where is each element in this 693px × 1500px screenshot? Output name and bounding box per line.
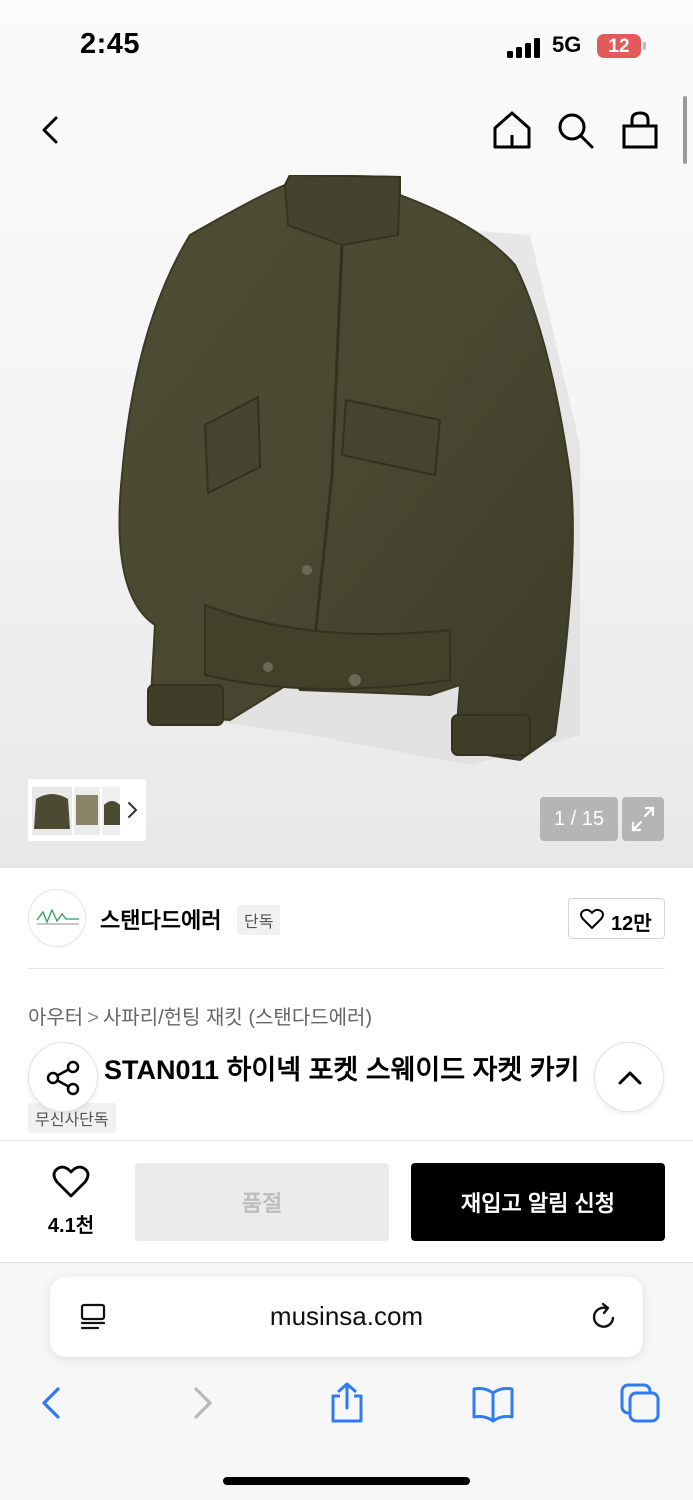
breadcrumb-subcategory[interactable]: 사파리/헌팅 재킷 (스탠다드에러): [103, 1007, 372, 1029]
battery-icon: 12: [597, 34, 641, 58]
breadcrumb: 아우터 > 사파리/헌팅 재킷 (스탠다드에러): [28, 1001, 372, 1030]
wishlist-button[interactable]: 4.1천: [38, 1165, 104, 1237]
browser-back-icon[interactable]: [30, 1381, 74, 1425]
signal-icon: [507, 38, 543, 58]
heart-icon: [52, 1165, 90, 1198]
expand-icon: [631, 806, 655, 832]
share-button[interactable]: [28, 1042, 98, 1112]
breadcrumb-category[interactable]: 아우터: [28, 1007, 83, 1029]
thumbnail-strip[interactable]: [28, 779, 146, 841]
chevron-right-icon[interactable]: [124, 800, 140, 820]
share-sheet-icon[interactable]: [325, 1381, 369, 1425]
search-icon[interactable]: [553, 108, 597, 152]
expand-button[interactable]: [622, 797, 664, 841]
back-icon[interactable]: [28, 108, 72, 152]
image-counter: 1 / 15: [540, 797, 618, 841]
reload-icon[interactable]: [588, 1301, 620, 1333]
home-icon[interactable]: [490, 108, 534, 152]
address-bar[interactable]: musinsa.com: [50, 1277, 643, 1357]
share-icon: [46, 1060, 80, 1096]
product-title: STAN011 하이넥 포켓 스웨이드 자켓 카키: [104, 1055, 580, 1085]
product-gallery[interactable]: 2:45 5G 12 1 / 15: [0, 0, 693, 868]
divider: [28, 968, 665, 969]
status-bar: 2:45 5G 12: [0, 0, 693, 90]
heart-icon: [580, 908, 604, 929]
tabs-icon[interactable]: [618, 1381, 662, 1425]
product-image[interactable]: [110, 175, 590, 775]
status-time: 2:45: [80, 28, 141, 60]
home-indicator[interactable]: [223, 1477, 470, 1485]
chevron-up-icon: [618, 1071, 642, 1085]
battery-level: 12: [608, 36, 630, 57]
brand-like-button[interactable]: 12만: [568, 898, 665, 939]
browser-chrome: musinsa.com: [0, 1262, 693, 1500]
purchase-bar: 4.1천 품절 재입고 알림 신청: [0, 1140, 693, 1262]
network-label: 5G: [552, 32, 582, 57]
scroll-top-button[interactable]: [594, 1042, 664, 1112]
soldout-button: 품절: [135, 1163, 389, 1241]
bookmarks-icon[interactable]: [471, 1381, 515, 1425]
wishlist-count: 4.1천: [47, 1215, 95, 1237]
exclusive-badge: 단독: [237, 905, 281, 935]
url-text[interactable]: musinsa.com: [50, 1301, 643, 1332]
top-nav: [0, 96, 693, 166]
scroll-indicator[interactable]: [683, 96, 687, 164]
battery-tip: [643, 42, 646, 50]
brand-logo[interactable]: [28, 889, 86, 947]
brand-name[interactable]: 스탠다드에러: [100, 903, 221, 935]
brand-like-count: 12만: [611, 913, 652, 935]
brand-logo-graphic: [36, 908, 79, 925]
restock-alert-button[interactable]: 재입고 알림 신청: [411, 1163, 665, 1241]
browser-forward-icon[interactable]: [180, 1381, 224, 1425]
cart-icon[interactable]: [618, 108, 662, 152]
breadcrumb-separator: >: [87, 1007, 99, 1029]
